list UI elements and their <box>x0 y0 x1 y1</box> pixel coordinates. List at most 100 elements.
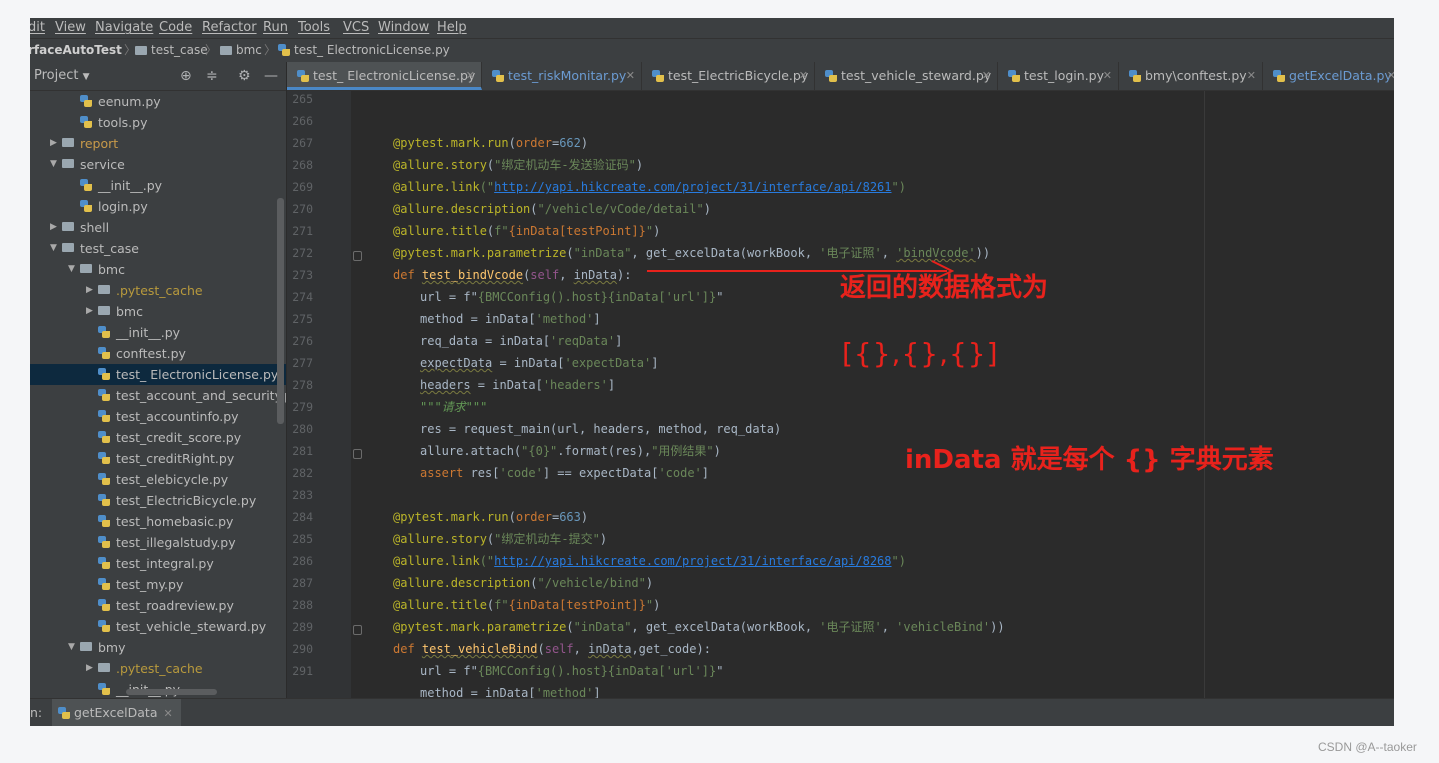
tab-risk-monitar[interactable]: test_riskMonitar.py ✕ <box>482 62 642 90</box>
fold-marker-icon[interactable] <box>353 251 362 261</box>
code-editor[interactable]: 265 266 267 268 269 270 271 272 273 274 275 276 277 2… <box>287 91 1394 698</box>
tree-scrollbar-vertical[interactable] <box>277 198 284 424</box>
close-icon[interactable]: ✕ <box>626 62 635 90</box>
chevron-down-icon[interactable]: ▼ <box>50 238 57 259</box>
line-number: 280 <box>292 422 313 436</box>
tree-folder[interactable]: ▼ test_case <box>30 238 286 259</box>
close-icon[interactable]: ✕ <box>466 62 475 90</box>
line-number: 281 <box>292 444 313 458</box>
line-number: 285 <box>292 532 313 546</box>
menu-window[interactable]: Window <box>378 18 429 38</box>
chevron-right-icon[interactable]: ▶ <box>86 280 93 301</box>
tree-file[interactable]: test_ ElectronicLicense.py <box>30 364 286 385</box>
gear-icon[interactable]: ⚙ <box>238 62 251 90</box>
collapse-icon[interactable]: ≑ <box>206 62 218 90</box>
tree-scrollbar-horizontal[interactable] <box>126 689 217 695</box>
close-icon[interactable]: ✕ <box>799 62 808 90</box>
code-line: res = request_main(url, headers, method,… <box>420 422 782 436</box>
chevron-right-icon[interactable]: ▶ <box>50 133 57 154</box>
fold-marker-icon[interactable] <box>353 449 362 459</box>
breadcrumb-separator: 〉 <box>205 43 218 57</box>
tree-folder[interactable]: ▼ bmy <box>30 637 286 658</box>
breadcrumb-test-case[interactable]: test_case <box>135 39 208 62</box>
close-icon[interactable]: ✕ <box>1247 62 1256 90</box>
tab-electric-bicycle[interactable]: test_ElectricBicycle.py ✕ <box>642 62 815 90</box>
python-file-icon <box>492 70 504 82</box>
tree-file[interactable]: test_vehicle_steward.py <box>30 616 286 637</box>
tree-file[interactable]: test_illegalstudy.py <box>30 532 286 553</box>
minimize-icon[interactable]: — <box>264 62 278 90</box>
line-number: 271 <box>292 224 313 238</box>
tree-file[interactable]: conftest.py <box>30 343 286 364</box>
line-number: 270 <box>292 202 313 216</box>
tree-file[interactable]: __init__.py <box>30 322 286 343</box>
tab-login[interactable]: test_login.py ✕ <box>998 62 1119 90</box>
menu-tools[interactable]: Tools <box>298 18 330 38</box>
chevron-down-icon[interactable]: ▼ <box>68 637 75 658</box>
tree-folder[interactable]: ▶ .pytest_cache <box>30 280 286 301</box>
tree-folder[interactable]: ▼ bmc <box>30 259 286 280</box>
line-number: 265 <box>292 92 313 106</box>
menu-view[interactable]: View <box>55 18 86 38</box>
code-line: headers = inData['headers'] <box>420 378 616 392</box>
breadcrumb-bmc[interactable]: bmc <box>220 39 262 62</box>
close-icon[interactable]: ✕ <box>1387 62 1394 90</box>
line-number: 283 <box>292 488 313 502</box>
code-line: @allure.story("绑定机动车-提交") <box>393 532 608 546</box>
tree-file[interactable]: test_credit_score.py <box>30 427 286 448</box>
tree-file[interactable]: tools.py <box>30 112 286 133</box>
close-icon[interactable]: ✕ <box>163 707 172 720</box>
line-number: 282 <box>292 466 313 480</box>
tree-file[interactable]: test_integral.py <box>30 553 286 574</box>
tree-folder[interactable]: ▼ service <box>30 154 286 175</box>
menu-help[interactable]: Help <box>437 18 467 38</box>
chevron-down-icon[interactable]: ▼ <box>68 259 75 280</box>
tab-get-excel-data[interactable]: getExcelData.py✕ <box>1263 62 1394 90</box>
watermark: CSDN @A--taoker <box>1318 740 1417 754</box>
chevron-right-icon[interactable]: ▶ <box>50 217 57 238</box>
code-line: @allure.link("http://yapi.hikcreate.com/… <box>393 554 906 568</box>
project-view-dropdown[interactable]: Project ▼ <box>34 62 90 91</box>
line-number: 275 <box>292 312 313 326</box>
close-icon[interactable]: ✕ <box>982 62 991 90</box>
python-file-icon <box>1129 70 1141 82</box>
chevron-right-icon[interactable]: ▶ <box>86 301 93 322</box>
menu-run[interactable]: Run <box>263 18 288 38</box>
folder-icon <box>62 138 74 147</box>
menu-navigate[interactable]: Navigate <box>95 18 153 38</box>
tree-file[interactable]: login.py <box>30 196 286 217</box>
menu-edit[interactable]: dit <box>30 18 45 38</box>
target-icon[interactable]: ⊕ <box>180 62 192 90</box>
tree-item-label: test_credit_score.py <box>116 430 242 445</box>
line-number: 276 <box>292 334 313 348</box>
tree-folder[interactable]: ▶ report <box>30 133 286 154</box>
menu-code[interactable]: Code <box>159 18 192 38</box>
chevron-right-icon[interactable]: ▶ <box>86 658 93 679</box>
tab-electronic-license[interactable]: test_ ElectronicLicense.py ✕ <box>287 62 482 90</box>
tree-folder[interactable]: ▶ shell <box>30 217 286 238</box>
tree-item-label: bmy <box>98 640 126 655</box>
fold-marker-icon[interactable] <box>353 625 362 635</box>
tree-folder[interactable]: ▶ .pytest_cache <box>30 658 286 679</box>
tree-folder[interactable]: ▶ bmc <box>30 301 286 322</box>
tab-bmy-conftest[interactable]: bmy\conftest.py ✕ <box>1119 62 1263 90</box>
tree-file[interactable]: test_creditRight.py <box>30 448 286 469</box>
tree-file[interactable]: test_account_and_security.py <box>30 385 286 406</box>
tree-file[interactable]: eenum.py <box>30 91 286 112</box>
close-icon[interactable]: ✕ <box>1103 62 1112 90</box>
menu-vcs[interactable]: VCS <box>343 18 369 38</box>
tree-file[interactable]: test_roadreview.py <box>30 595 286 616</box>
tree-file[interactable]: test_elebicycle.py <box>30 469 286 490</box>
tree-file[interactable]: __init__.py <box>30 175 286 196</box>
python-file-icon <box>98 683 110 695</box>
tree-file[interactable]: test_homebasic.py <box>30 511 286 532</box>
breadcrumb-file[interactable]: test_ ElectronicLicense.py <box>278 39 450 62</box>
tree-file[interactable]: test_my.py <box>30 574 286 595</box>
tree-file[interactable]: test_ElectricBicycle.py <box>30 490 286 511</box>
chevron-down-icon[interactable]: ▼ <box>50 154 57 175</box>
menu-refactor[interactable]: Refactor <box>202 18 257 38</box>
tree-file[interactable]: test_accountinfo.py <box>30 406 286 427</box>
tab-vehicle-steward[interactable]: test_vehicle_steward.py ✕ <box>815 62 998 90</box>
run-tab-get-excel-data[interactable]: getExcelData ✕ <box>52 699 181 726</box>
breadcrumb-project[interactable]: rfaceAutoTest <box>30 39 122 62</box>
